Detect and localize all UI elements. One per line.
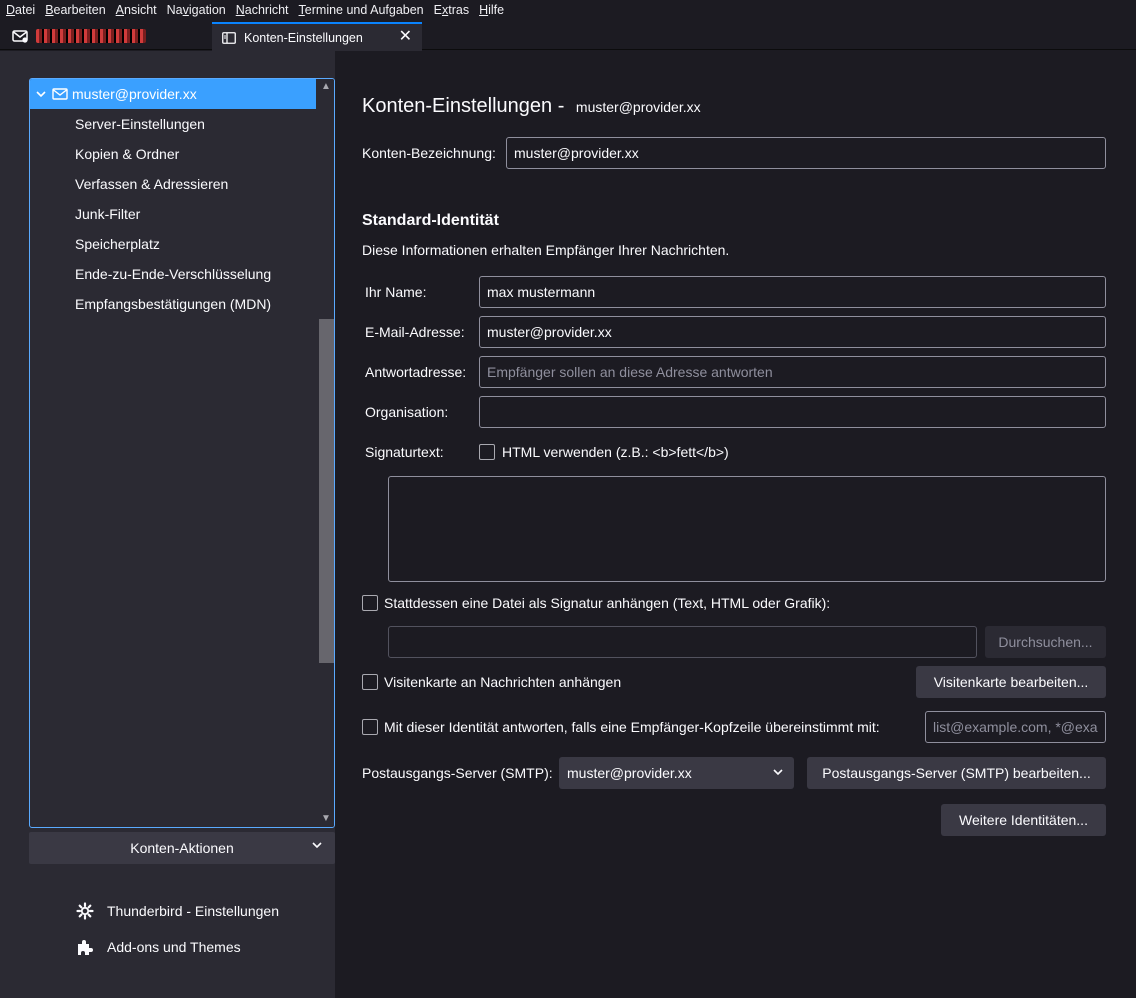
- settings-page-icon: [222, 31, 236, 44]
- sidebar: muster@provider.xx Server-Einstellungen …: [0, 51, 335, 998]
- vcard-option[interactable]: Visitenkarte an Nachrichten anhängen: [362, 674, 621, 690]
- account-tree[interactable]: muster@provider.xx Server-Einstellungen …: [29, 78, 335, 828]
- signature-textarea[interactable]: [388, 476, 1106, 582]
- html-signature-label: HTML verwenden (z.B.: <b>fett</b>): [502, 444, 729, 460]
- chevron-down-icon[interactable]: [36, 90, 46, 98]
- scroll-up-icon[interactable]: ▲: [320, 81, 332, 93]
- scroll-thumb[interactable]: [319, 319, 334, 663]
- sidebar-item-copies-folders[interactable]: Kopien & Ordner: [75, 139, 315, 169]
- smtp-label: Postausgangs-Server (SMTP):: [362, 765, 553, 781]
- addons-themes-label: Add-ons und Themes: [107, 939, 241, 955]
- tree-scrollbar[interactable]: ▲ ▼: [316, 79, 334, 827]
- sidebar-item-disk-space[interactable]: Speicherplatz: [75, 229, 315, 259]
- redacted-account-name: [36, 29, 146, 43]
- identity-heading: Standard-Identität: [362, 212, 499, 229]
- chevron-down-icon: [311, 840, 323, 850]
- page-title-text: Konten-Einstellungen -: [362, 95, 565, 117]
- account-settings-pane: Konten-Einstellungen - muster@provider.x…: [335, 51, 1136, 998]
- edit-smtp-button[interactable]: Postausgangs-Server (SMTP) bearbeiten...: [807, 757, 1106, 789]
- account-label: muster@provider.xx: [72, 86, 197, 102]
- account-name-label: Konten-Bezeichnung:: [362, 145, 496, 161]
- thunderbird-settings-link[interactable]: Thunderbird - Einstellungen: [76, 899, 279, 923]
- account-actions-button[interactable]: Konten-Aktionen: [29, 832, 335, 864]
- name-label: Ihr Name:: [365, 284, 427, 300]
- addons-themes-link[interactable]: Add-ons und Themes: [76, 935, 241, 959]
- tree-account-row[interactable]: muster@provider.xx: [30, 79, 317, 109]
- signature-file-field[interactable]: [388, 626, 977, 658]
- smtp-select[interactable]: muster@provider.xx: [559, 757, 794, 789]
- sidebar-item-e2e-encryption[interactable]: Ende-zu-Ende-Verschlüsselung: [75, 259, 315, 289]
- sidebar-item-junk-filter[interactable]: Junk-Filter: [75, 199, 315, 229]
- menu-bearbeiten[interactable]: Bearbeiten: [45, 3, 105, 17]
- reply-identity-option[interactable]: Mit dieser Identität antworten, falls ei…: [362, 719, 880, 735]
- page-title: Konten-Einstellungen - muster@provider.x…: [362, 95, 701, 118]
- chevron-down-icon: [772, 767, 784, 777]
- menu-extras[interactable]: Extras: [434, 3, 469, 17]
- tab-mail[interactable]: [6, 22, 206, 50]
- close-icon[interactable]: ✕: [399, 29, 412, 45]
- edit-vcard-button[interactable]: Visitenkarte bearbeiten...: [916, 666, 1106, 698]
- browse-button[interactable]: Durchsuchen...: [985, 626, 1106, 658]
- vcard-checkbox[interactable]: [362, 674, 378, 690]
- email-field[interactable]: [479, 316, 1106, 348]
- vcard-label: Visitenkarte an Nachrichten anhängen: [384, 674, 622, 690]
- tab-account-settings[interactable]: Konten-Einstellungen ✕: [212, 22, 422, 51]
- reply-address-label: Antwortadresse:: [365, 364, 467, 380]
- signature-file-label: Stattdessen eine Datei als Signatur anhä…: [384, 595, 831, 611]
- tab-label: Konten-Einstellungen: [244, 30, 363, 45]
- signature-file-checkbox[interactable]: [362, 595, 378, 611]
- email-label: E-Mail-Adresse:: [365, 324, 465, 340]
- signature-label: Signaturtext:: [365, 444, 444, 460]
- reply-identity-label: Mit dieser Identität antworten, falls ei…: [384, 719, 880, 735]
- tab-bar: Konten-Einstellungen ✕: [0, 20, 1136, 51]
- account-name-field[interactable]: [506, 137, 1106, 169]
- sidebar-item-composition[interactable]: Verfassen & Adressieren: [75, 169, 315, 199]
- puzzle-icon: [76, 938, 94, 956]
- menu-bar: Datei Bearbeiten Ansicht Navigation Nachrich…: [0, 0, 1136, 20]
- html-signature-option[interactable]: HTML verwenden (z.B.: <b>fett</b>): [479, 444, 729, 460]
- gear-icon: [76, 902, 94, 920]
- organization-field[interactable]: [479, 396, 1106, 428]
- sidebar-item-return-receipts[interactable]: Empfangsbestätigungen (MDN): [75, 289, 315, 319]
- menu-nachricht[interactable]: Nachricht: [236, 3, 289, 17]
- page-title-account: muster@provider.xx: [575, 99, 701, 115]
- thunderbird-settings-label: Thunderbird - Einstellungen: [107, 903, 279, 919]
- html-signature-checkbox[interactable]: [479, 444, 495, 460]
- signature-file-option[interactable]: Stattdessen eine Datei als Signatur anhä…: [362, 595, 830, 611]
- menu-ansicht[interactable]: Ansicht: [116, 3, 157, 17]
- account-actions-label: Konten-Aktionen: [130, 840, 234, 856]
- name-field[interactable]: [479, 276, 1106, 308]
- organization-label: Organisation:: [365, 404, 449, 420]
- reply-identity-field[interactable]: [925, 711, 1106, 743]
- menu-hilfe[interactable]: Hilfe: [479, 3, 504, 17]
- reply-identity-checkbox[interactable]: [362, 719, 378, 735]
- identity-description: Diese Informationen erhalten Empfänger I…: [362, 242, 730, 258]
- mail-icon: [12, 29, 28, 43]
- reply-address-field[interactable]: [479, 356, 1106, 388]
- more-identities-button[interactable]: Weitere Identitäten...: [941, 804, 1106, 836]
- scroll-down-icon[interactable]: ▼: [320, 813, 332, 825]
- menu-termine-und-aufgaben[interactable]: Termine und Aufgaben: [299, 3, 424, 17]
- envelope-icon: [52, 88, 68, 100]
- smtp-selected-value: muster@provider.xx: [567, 765, 692, 781]
- menu-datei[interactable]: Datei: [6, 3, 35, 17]
- menu-navigation[interactable]: Navigation: [167, 3, 226, 17]
- sidebar-item-server-settings[interactable]: Server-Einstellungen: [75, 109, 315, 139]
